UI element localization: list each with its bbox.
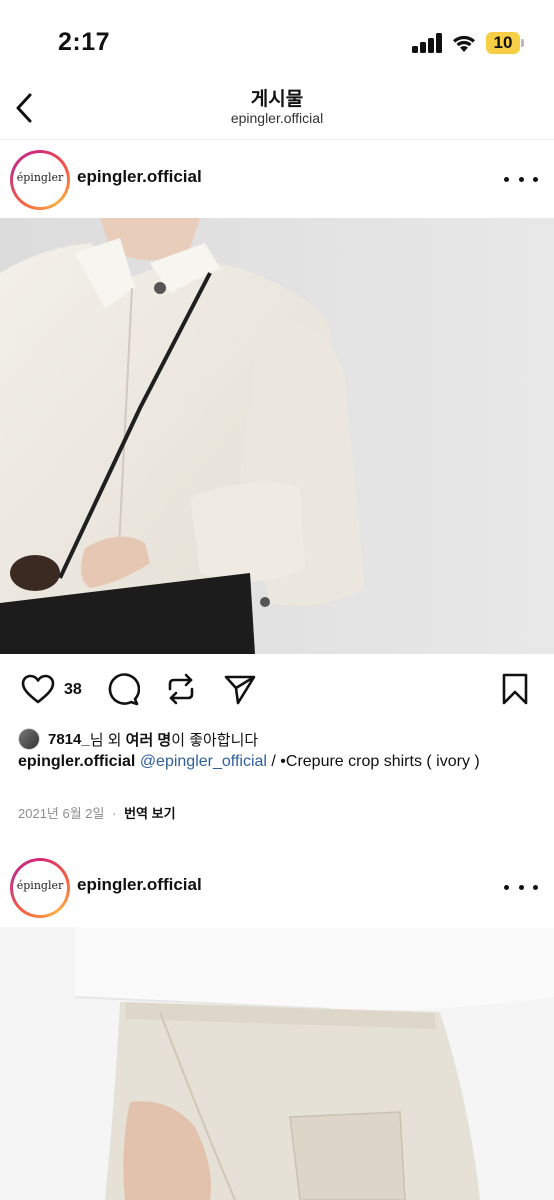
caption-text: / •Crepure crop shirts ( ivory ) xyxy=(266,753,480,770)
post-image[interactable] xyxy=(0,218,554,654)
bookmark-icon xyxy=(502,673,528,705)
repost-icon xyxy=(168,673,194,705)
caption-mention[interactable]: @epingler_official xyxy=(140,753,267,770)
liked-by-suffix: 이 좋아합니다 xyxy=(171,731,259,749)
post-meta: 2021년 6월 2일 · 번역 보기 xyxy=(18,803,176,822)
battery-icon: 10 xyxy=(486,32,524,54)
post-header: épingler epingler.official xyxy=(0,140,554,218)
liked-by-text: 님 외 xyxy=(89,731,126,749)
avatar[interactable]: épingler xyxy=(10,858,70,918)
avatar-logo: épingler xyxy=(16,879,64,892)
like-button[interactable] xyxy=(20,671,56,707)
more-options-icon[interactable] xyxy=(504,169,538,189)
status-bar: 2:17 10 xyxy=(0,0,554,80)
more-options-icon[interactable] xyxy=(504,877,538,897)
post-caption: epingler.official @epingler_official / •… xyxy=(18,752,538,772)
post-actions: 38 xyxy=(0,665,554,715)
share-button[interactable] xyxy=(222,671,258,707)
meta-separator: · xyxy=(112,806,117,821)
comment-button[interactable] xyxy=(105,671,141,707)
translate-link[interactable]: 번역 보기 xyxy=(124,806,175,821)
caption-username[interactable]: epingler.official xyxy=(18,753,135,770)
avatar-logo: épingler xyxy=(16,171,64,184)
page-subtitle[interactable]: epingler.official xyxy=(0,110,554,126)
save-button[interactable] xyxy=(497,671,533,707)
nav-bar: 게시물 epingler.official xyxy=(0,80,554,140)
liker-username[interactable]: 7814_ xyxy=(48,731,90,748)
heart-icon xyxy=(21,674,55,704)
post-username[interactable]: epingler.official xyxy=(77,167,202,187)
battery-level: 10 xyxy=(493,33,513,52)
comment-icon xyxy=(108,673,140,706)
send-icon xyxy=(224,675,256,705)
liked-by-others[interactable]: 여러 명 xyxy=(126,729,172,750)
post-header: épingler epingler.official xyxy=(0,848,554,926)
liker-avatar xyxy=(18,728,40,750)
wifi-icon xyxy=(451,31,477,53)
liked-by-line[interactable]: 7814_ 님 외 여러 명 이 좋아합니다 xyxy=(18,727,258,751)
status-time: 2:17 xyxy=(58,28,111,56)
post-date: 2021년 6월 2일 xyxy=(18,806,105,821)
like-count[interactable]: 38 xyxy=(64,681,82,699)
post-image[interactable] xyxy=(0,927,554,1200)
cellular-signal-icon xyxy=(412,33,444,53)
repost-button[interactable] xyxy=(163,671,199,707)
avatar[interactable]: épingler xyxy=(10,150,70,210)
post-username[interactable]: epingler.official xyxy=(77,875,202,895)
page-title: 게시물 xyxy=(250,89,304,110)
